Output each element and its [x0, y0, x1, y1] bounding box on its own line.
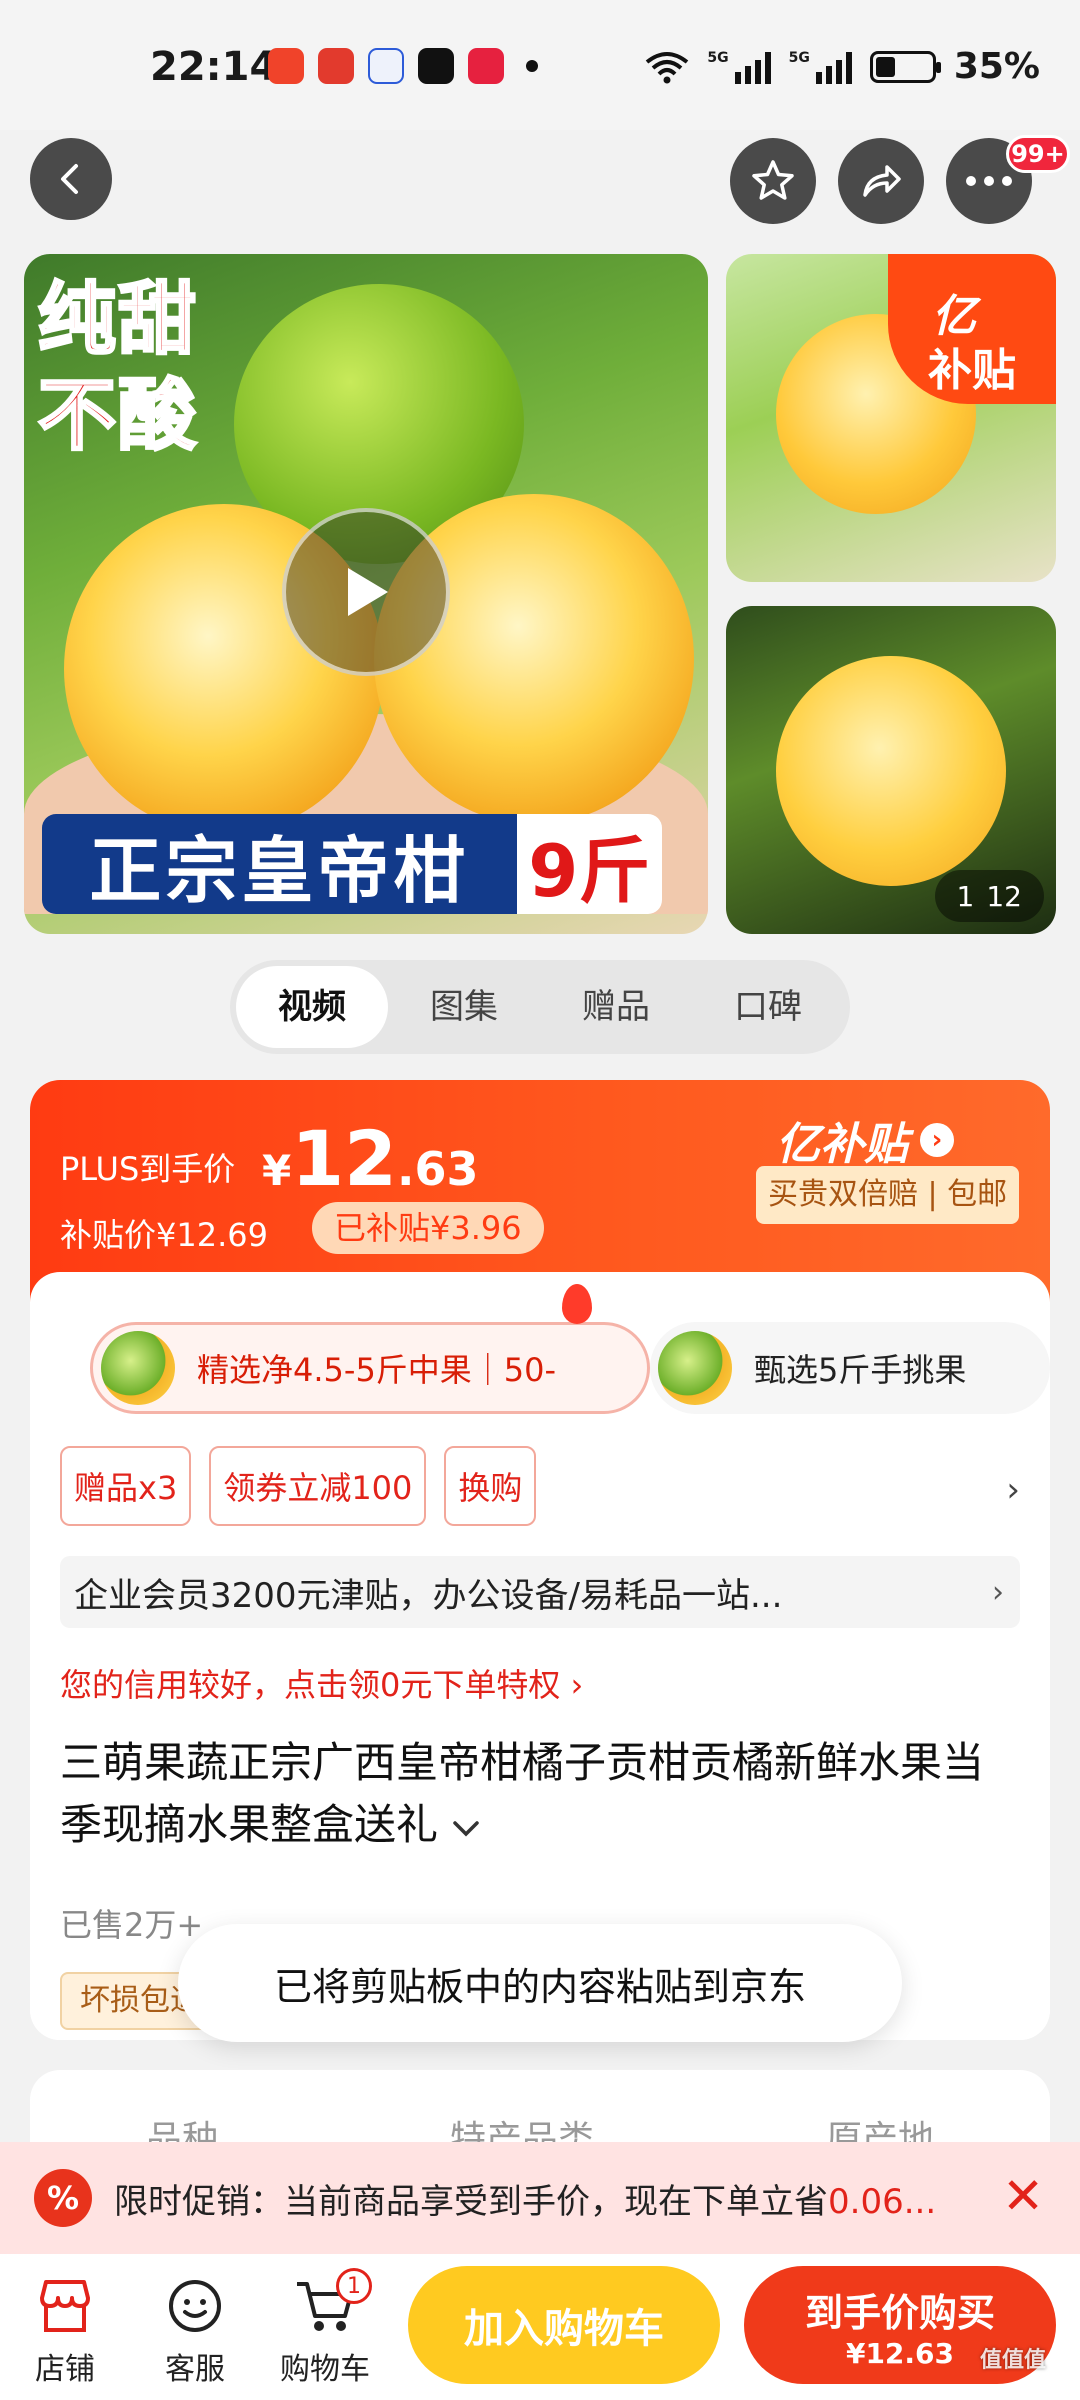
product-card: PLUS到手价 ¥12.63 补贴价¥12.69 已补贴¥3.96 亿补贴 › … [30, 1080, 1050, 2040]
app-icon-5 [468, 48, 504, 84]
store-icon [10, 2268, 120, 2344]
banner-weight: 9斤 [516, 814, 662, 914]
clipboard-toast: 已将剪贴板中的内容粘贴到京东 [178, 1924, 902, 2042]
more-dots-icon [966, 176, 1012, 186]
chevron-left-icon [61, 164, 78, 194]
chevron-right-icon: › [920, 1123, 954, 1157]
share-button[interactable] [838, 138, 924, 224]
watermark: 值值值 [979, 2348, 1046, 2373]
billion-subsidy-link[interactable]: 亿补贴 › [776, 1108, 954, 1172]
discount-icon: % [34, 2169, 92, 2227]
tab-gallery[interactable]: 图集 [388, 966, 540, 1048]
chip-exchange[interactable]: 换购 [444, 1446, 537, 1526]
close-icon[interactable]: ✕ [1002, 2168, 1044, 2224]
favorite-button[interactable] [730, 138, 816, 224]
guarantee-tag: 买贵双倍赔 | 包邮 [756, 1166, 1020, 1224]
plus-price: ¥12.63 [262, 1114, 479, 1203]
buy-now-button[interactable]: 到手价购买 ¥12.63 值值值 [744, 2266, 1056, 2384]
gallery-thumb-2[interactable]: 1 12 [726, 606, 1056, 934]
status-bar: 22:14 5G 5G 35% [0, 0, 1080, 130]
spec-thumb [658, 1331, 732, 1405]
app-icon-4 [418, 48, 454, 84]
chip-coupon[interactable]: 领券立减100 [209, 1446, 427, 1526]
app-icon-3 [368, 48, 404, 84]
cart-count-badge: 1 [336, 2268, 372, 2304]
spec-option-selected[interactable]: 精选净4.5-5斤中果｜50- [90, 1322, 650, 1414]
share-icon [863, 165, 901, 197]
star-icon [752, 160, 794, 200]
app-icon-2 [318, 48, 354, 84]
benefit-chips: 赠品x3 领券立减100 换购 [60, 1446, 537, 1526]
peeled-citrus-thumb [776, 656, 1006, 886]
status-time: 22:14 [150, 44, 278, 90]
nav-store[interactable]: 店铺 [10, 2268, 120, 2388]
chevron-right-icon: › [992, 1574, 1004, 1610]
tab-gifts[interactable]: 赠品 [540, 966, 692, 1048]
sweet-tag: 纯甜 不酸 [36, 274, 199, 463]
cart-icon: 1 [270, 2268, 380, 2344]
banner-name: 正宗皇帝柑 [42, 814, 517, 914]
promo-bar[interactable]: % 限时促销：当前商品享受到手价，现在下单立省0.06... ✕ [0, 2142, 1080, 2254]
credit-privilege-link[interactable]: 您的信用较好，点击领0元下单特权 › [60, 1660, 583, 1706]
back-button[interactable] [30, 138, 112, 220]
more-badge: 99+ [1006, 135, 1070, 173]
wifi-icon [646, 51, 689, 83]
app-icon-1 [268, 48, 304, 84]
tab-reviews[interactable]: 口碑 [692, 966, 844, 1048]
nav-service[interactable]: 客服 [140, 2268, 250, 2388]
bottom-action-bar: 店铺 客服 1 购物车 加入购物车 到手价购买 ¥12.63 值值值 [0, 2254, 1080, 2400]
chevron-right-icon[interactable]: › [1006, 1470, 1020, 1510]
promo-text: 限时促销：当前商品享受到手价，现在下单立省0.06... [114, 2181, 937, 2222]
subsidy-badge: 亿 补贴 [888, 254, 1056, 404]
product-banner: 正宗皇帝柑 9斤 [42, 814, 662, 914]
subsidy-price: 补贴价¥12.69 [60, 1216, 268, 1254]
nav-cart[interactable]: 1 购物车 [270, 2268, 380, 2388]
subsidy-amount-tag: 已补贴¥3.96 [312, 1202, 544, 1254]
plus-price-label: PLUS到手价 [60, 1150, 236, 1188]
product-title[interactable]: 三萌果蔬正宗广西皇帝柑橘子贡柑贡橘新鲜水果当季现摘水果整盒送礼 [60, 1732, 1020, 1856]
price-header: PLUS到手价 ¥12.63 补贴价¥12.69 已补贴¥3.96 亿补贴 › … [30, 1080, 1050, 1302]
customer-service-icon [140, 2268, 250, 2344]
signal-icon-2: 5G [789, 50, 852, 84]
add-to-cart-button[interactable]: 加入购物车 [408, 2266, 720, 2384]
gallery-main-image[interactable]: 纯甜 不酸 正宗皇帝柑 9斤 [24, 254, 708, 934]
status-app-icons [268, 48, 538, 84]
battery-percent: 35% [953, 46, 1040, 87]
image-counter: 1 12 [934, 870, 1044, 922]
spec-thumb [101, 1331, 175, 1405]
chevron-down-icon [453, 1821, 480, 1837]
sold-count: 已售2万+ [60, 1906, 204, 1944]
tab-video[interactable]: 视频 [236, 966, 388, 1048]
battery-icon [869, 50, 941, 83]
gallery-thumb-1[interactable]: 亿 补贴 [726, 254, 1056, 582]
corporate-banner[interactable]: 企业会员3200元津贴，办公设备/易耗品一站... › [60, 1556, 1020, 1628]
chip-gifts[interactable]: 赠品x3 [60, 1446, 192, 1526]
play-icon [348, 568, 388, 616]
notification-dot-icon [526, 60, 538, 72]
spec-option[interactable]: 甄选5斤手挑果 [650, 1322, 1050, 1414]
media-tabs: 视频 图集 赠品 口碑 [230, 960, 850, 1054]
hot-fire-icon [562, 1284, 592, 1324]
play-video-button[interactable] [282, 508, 450, 676]
signal-icon-1: 5G [707, 50, 771, 84]
status-right: 5G 5G 35% [645, 46, 1040, 87]
